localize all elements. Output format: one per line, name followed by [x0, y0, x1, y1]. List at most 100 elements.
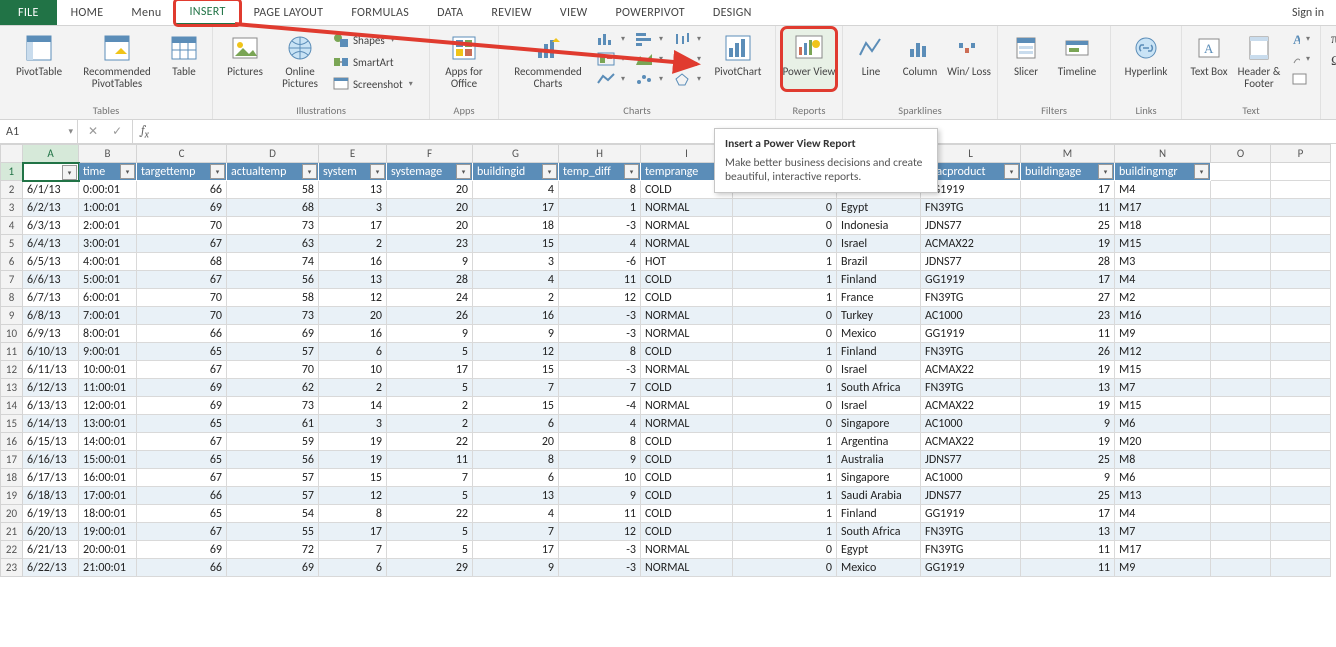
cell[interactable]: 11 [559, 505, 641, 523]
cell[interactable]: 67 [137, 271, 227, 289]
cell[interactable]: 8 [473, 451, 559, 469]
cell[interactable]: 70 [227, 361, 319, 379]
cell[interactable]: M17 [1115, 199, 1211, 217]
cell[interactable]: 17 [1021, 505, 1115, 523]
cell[interactable]: FN39TG [921, 289, 1021, 307]
row-header[interactable]: 12 [1, 361, 23, 379]
cell[interactable]: 3:00:01 [79, 235, 137, 253]
col-header-F[interactable]: F [387, 145, 473, 163]
cell[interactable]: 66 [137, 325, 227, 343]
col-header-O[interactable]: O [1211, 145, 1271, 163]
cell[interactable]: 1 [733, 343, 837, 361]
pivottable-button[interactable]: PivotTable [6, 28, 72, 90]
cell[interactable]: 1 [733, 505, 837, 523]
cell[interactable]: 1 [733, 433, 837, 451]
cell[interactable]: 4:00:01 [79, 253, 137, 271]
cell[interactable]: 12 [319, 289, 387, 307]
cell[interactable]: 1 [733, 271, 837, 289]
cell[interactable]: 6/14/13 [23, 415, 79, 433]
table-header[interactable]: date▾ [23, 163, 79, 181]
cell[interactable]: 0:00:01 [79, 181, 137, 199]
cell[interactable]: 8 [559, 181, 641, 199]
slicer-button[interactable]: Slicer [1004, 28, 1048, 90]
cell[interactable]: 70 [137, 217, 227, 235]
cell[interactable]: ACMAX22 [921, 433, 1021, 451]
cell[interactable]: 0 [733, 217, 837, 235]
cell[interactable]: 55 [227, 523, 319, 541]
cell[interactable]: COLD [641, 487, 733, 505]
cell[interactable]: 8:00:01 [79, 325, 137, 343]
chart-hierarchy-button[interactable]: ▾ [593, 50, 629, 68]
cell[interactable]: 62 [227, 379, 319, 397]
cell[interactable]: 9 [559, 451, 641, 469]
cell[interactable]: 9 [387, 253, 473, 271]
cell[interactable]: 8 [319, 505, 387, 523]
filter-button[interactable]: ▾ [120, 164, 135, 179]
cell[interactable]: 12 [473, 343, 559, 361]
cell[interactable]: 7 [319, 541, 387, 559]
cell[interactable]: 70 [137, 307, 227, 325]
filter-button[interactable]: ▾ [1098, 164, 1113, 179]
cell[interactable]: 27 [1021, 289, 1115, 307]
cell[interactable]: 63 [227, 235, 319, 253]
cell[interactable]: 6/3/13 [23, 217, 79, 235]
cell[interactable]: 5 [387, 523, 473, 541]
cell[interactable]: 1 [733, 379, 837, 397]
cell[interactable]: Brazil [837, 253, 921, 271]
cell[interactable]: 17 [319, 217, 387, 235]
cell[interactable]: 15 [319, 469, 387, 487]
cell[interactable]: -3 [559, 325, 641, 343]
cell[interactable]: 7 [473, 523, 559, 541]
cell[interactable]: ACMAX22 [921, 397, 1021, 415]
cell[interactable]: 15 [473, 397, 559, 415]
cell[interactable]: 17 [319, 523, 387, 541]
name-box[interactable]: A1▾ [0, 120, 78, 143]
cell[interactable]: 6/4/13 [23, 235, 79, 253]
cell[interactable]: 7 [473, 379, 559, 397]
cell[interactable]: 6 [473, 469, 559, 487]
cell[interactable]: -3 [559, 217, 641, 235]
row-header[interactable]: 15 [1, 415, 23, 433]
cell[interactable]: 1 [733, 289, 837, 307]
cell[interactable]: 69 [137, 397, 227, 415]
row-header[interactable]: 22 [1, 541, 23, 559]
cell[interactable]: 9 [559, 487, 641, 505]
shapes-button[interactable]: Shapes▾ [329, 30, 423, 50]
cell[interactable]: 28 [1021, 253, 1115, 271]
row-header[interactable]: 7 [1, 271, 23, 289]
cell[interactable]: 9 [1021, 469, 1115, 487]
screenshot-button[interactable]: Screenshot▾ [329, 74, 423, 94]
cell[interactable]: 26 [387, 307, 473, 325]
cell[interactable]: 9 [473, 559, 559, 577]
cell[interactable]: 25 [1021, 451, 1115, 469]
filter-button[interactable]: ▾ [542, 164, 557, 179]
filter-button[interactable]: ▾ [456, 164, 471, 179]
cell[interactable]: 5 [387, 487, 473, 505]
cell[interactable]: NORMAL [641, 217, 733, 235]
cell[interactable]: 6/12/13 [23, 379, 79, 397]
cell[interactable]: M15 [1115, 361, 1211, 379]
row-header[interactable]: 17 [1, 451, 23, 469]
cell[interactable]: COLD [641, 379, 733, 397]
cell[interactable]: GG1919 [921, 325, 1021, 343]
cell[interactable]: M18 [1115, 217, 1211, 235]
cell[interactable]: Indonesia [837, 217, 921, 235]
cell[interactable]: M7 [1115, 379, 1211, 397]
table-button[interactable]: Table [162, 28, 206, 90]
cell[interactable]: 15 [473, 235, 559, 253]
tab-view[interactable]: VIEW [546, 0, 602, 25]
cell[interactable]: 65 [137, 505, 227, 523]
cell[interactable]: 20:00:01 [79, 541, 137, 559]
cell[interactable]: 19:00:01 [79, 523, 137, 541]
cell[interactable]: 6/8/13 [23, 307, 79, 325]
cell[interactable]: 6/21/13 [23, 541, 79, 559]
cell[interactable]: M20 [1115, 433, 1211, 451]
cell[interactable]: M9 [1115, 559, 1211, 577]
sparkline-column-button[interactable]: Column [895, 28, 945, 90]
cell[interactable]: JDNS77 [921, 217, 1021, 235]
cell[interactable]: 56 [227, 451, 319, 469]
cell[interactable]: M3 [1115, 253, 1211, 271]
cell[interactable]: 3 [319, 199, 387, 217]
cell[interactable]: 7:00:01 [79, 307, 137, 325]
chart-line-button[interactable]: ▾ [593, 70, 629, 88]
